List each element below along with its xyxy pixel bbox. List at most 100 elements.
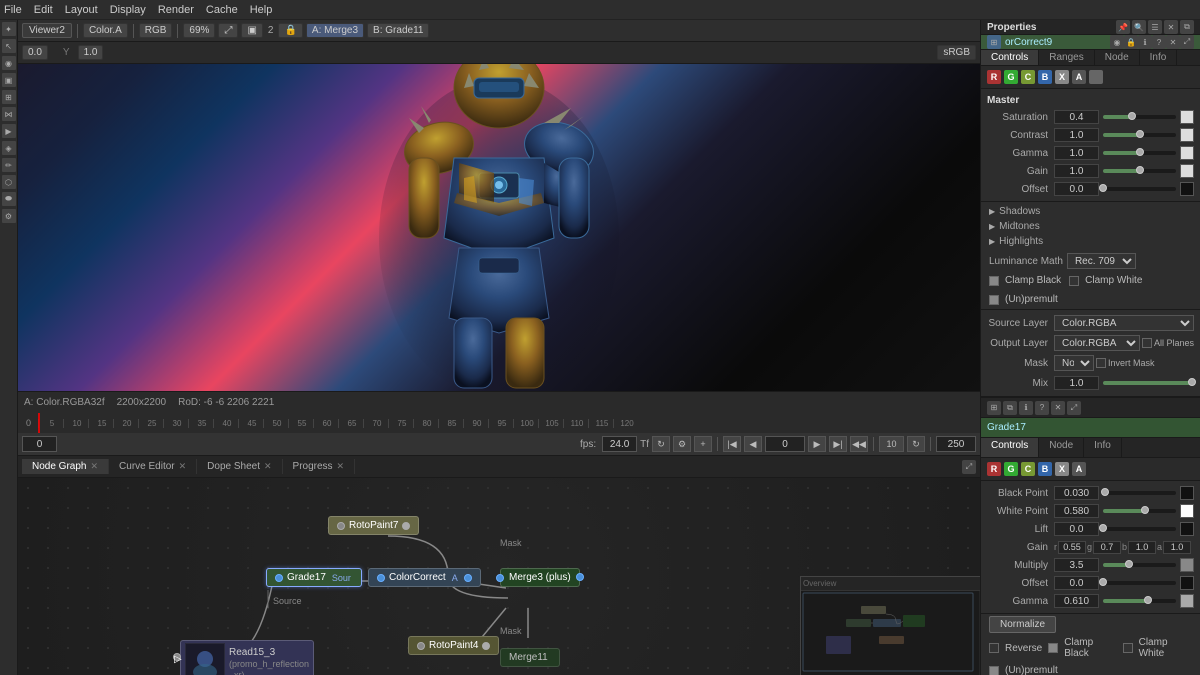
prop1-tab-controls[interactable]: Controls	[981, 50, 1039, 65]
p2-offset-input[interactable]	[1054, 576, 1099, 590]
node-read15[interactable]: Read15_3 (promo_h_reflection _xr) ▷	[180, 640, 314, 675]
gain-a-input[interactable]	[1163, 541, 1191, 554]
con-slider[interactable]	[1103, 133, 1176, 137]
prop2-icon3[interactable]: ℹ	[1019, 401, 1033, 415]
unpremult-cb[interactable]	[989, 295, 999, 305]
prop1-icon1[interactable]: ⊞	[987, 35, 1001, 49]
sat-slider[interactable]	[1103, 115, 1176, 119]
mix-input[interactable]	[1054, 376, 1099, 390]
menu-cache[interactable]: Cache	[206, 4, 238, 16]
gain-g-input[interactable]	[1093, 541, 1121, 554]
btn-play[interactable]: ▶	[808, 436, 826, 452]
zoom-btn[interactable]: 69%	[183, 23, 215, 38]
p2-unpremult-cb[interactable]	[989, 666, 999, 675]
menu-layout[interactable]: Layout	[65, 4, 98, 16]
format-btn[interactable]: ▣	[241, 23, 262, 38]
node-rotopaint7[interactable]: RotoPaint7	[328, 516, 419, 535]
tool-render[interactable]: ▶	[2, 124, 16, 138]
p2-ch-b[interactable]: B	[1038, 462, 1052, 476]
btn-loop2[interactable]: ↻	[907, 436, 925, 452]
btn-loop[interactable]: ↻	[652, 436, 670, 452]
p2-clamp-white-cb[interactable]	[1123, 643, 1133, 653]
bp-input[interactable]	[1054, 486, 1099, 500]
tool-anim[interactable]: ⋈	[2, 107, 16, 121]
p2-gamma-input[interactable]	[1054, 594, 1099, 608]
node-merge3[interactable]: Merge3 (plus)	[500, 568, 580, 587]
btn-next-frame[interactable]: ▶|	[829, 436, 847, 452]
mask-dropdown[interactable]: None	[1054, 355, 1094, 371]
fps-input[interactable]	[602, 436, 637, 452]
prop1-lock[interactable]: 🔒	[1124, 35, 1138, 49]
lift-slider[interactable]	[1103, 527, 1176, 531]
mul-slider[interactable]	[1103, 563, 1176, 567]
offset-y-btn[interactable]: 1.0	[78, 45, 104, 60]
node-grade17[interactable]: Grade17 Sour	[266, 568, 362, 587]
offset-slider[interactable]	[1103, 187, 1176, 191]
node-graph[interactable]: RotoPaint7 Mask Grade17 Sour	[18, 478, 980, 675]
tool-color[interactable]: ▣	[2, 73, 16, 87]
tool-settings[interactable]: ⚙	[2, 209, 16, 223]
btn-play-rev[interactable]: ◀◀	[850, 436, 868, 452]
node-rotopaint4[interactable]: RotoPaint4	[408, 636, 499, 655]
prop1-highlights[interactable]: ▶ Highlights	[989, 234, 1192, 249]
btn-add[interactable]: +	[694, 436, 712, 452]
prop-pin-icon[interactable]: 📌	[1116, 20, 1130, 34]
lock-btn[interactable]: 🔒	[278, 23, 302, 38]
color-a-btn[interactable]: Color.A	[83, 23, 128, 38]
prop2-icon4[interactable]: ?	[1035, 401, 1049, 415]
prop1-tab-ranges[interactable]: Ranges	[1039, 50, 1094, 65]
tab-progress[interactable]: Progress ✕	[283, 459, 356, 474]
src-layer-dropdown[interactable]: Color.RGBA	[1054, 315, 1194, 331]
menu-help[interactable]: Help	[250, 4, 273, 16]
node-merge11-partial[interactable]: Merge11	[500, 648, 560, 667]
wp-slider[interactable]	[1103, 509, 1176, 513]
ch-b-btn[interactable]: B	[1038, 70, 1052, 84]
ch-a-btn[interactable]: A	[1072, 70, 1086, 84]
menu-edit[interactable]: Edit	[34, 4, 53, 16]
ch-all-btn[interactable]	[1089, 70, 1103, 84]
prop1-help[interactable]: ?	[1152, 35, 1166, 49]
prop1-maximize[interactable]: ⤢	[1180, 35, 1194, 49]
tool-draw[interactable]: ✏	[2, 158, 16, 172]
p2-ch-r[interactable]: R	[987, 462, 1001, 476]
node-color-correct[interactable]: ColorCorrect A	[368, 568, 481, 587]
prop1-info[interactable]: ℹ	[1138, 35, 1152, 49]
tab-close-node-graph[interactable]: ✕	[90, 461, 98, 472]
viewer-image[interactable]	[18, 64, 980, 391]
all-planes-cb[interactable]	[1142, 338, 1152, 348]
tab-close-dope-sheet[interactable]: ✕	[264, 461, 272, 472]
prop1-tab-info[interactable]: Info	[1140, 50, 1178, 65]
ch-x-btn[interactable]: X	[1055, 70, 1069, 84]
btn-opts[interactable]: ⚙	[673, 436, 691, 452]
tab-node-graph[interactable]: Node Graph ✕	[22, 459, 109, 474]
prop2-tab-controls[interactable]: Controls	[981, 438, 1039, 457]
offset-input[interactable]	[1054, 182, 1099, 196]
menu-render[interactable]: Render	[158, 4, 194, 16]
tool-cursor[interactable]: ↖	[2, 39, 16, 53]
tool-filter[interactable]: ⬬	[2, 192, 16, 206]
prop-close-icon[interactable]: ✕	[1164, 20, 1178, 34]
clamp-white-cb[interactable]	[1069, 276, 1079, 286]
p2-ch-a[interactable]: A	[1072, 462, 1086, 476]
btn-prev-frame[interactable]: ◀	[744, 436, 762, 452]
p2-ch-x[interactable]: X	[1055, 462, 1069, 476]
gain-r-input[interactable]	[1058, 541, 1086, 554]
p2-gamma-slider[interactable]	[1103, 599, 1176, 603]
menu-display[interactable]: Display	[110, 4, 146, 16]
gain-input[interactable]	[1054, 164, 1099, 178]
gamma-slider[interactable]	[1103, 151, 1176, 155]
gain-slider[interactable]	[1103, 169, 1176, 173]
tool-viewer[interactable]: ◉	[2, 56, 16, 70]
mode-btn[interactable]: RGB	[139, 23, 173, 38]
tool-3d[interactable]: ◈	[2, 141, 16, 155]
p2-clamp-black-cb[interactable]	[1048, 643, 1058, 653]
prop-float-icon[interactable]: ⧉	[1180, 20, 1194, 34]
tab-close-curve-editor[interactable]: ✕	[179, 461, 187, 472]
frame-end-input[interactable]	[936, 436, 976, 452]
tab-close-progress[interactable]: ✕	[337, 461, 345, 472]
prop-menu-icon[interactable]: ☰	[1148, 20, 1162, 34]
tab-dope-sheet[interactable]: Dope Sheet ✕	[197, 459, 282, 474]
gamma-input[interactable]	[1054, 146, 1099, 160]
prop2-icon2[interactable]: ⧉	[1003, 401, 1017, 415]
tabs-maximize[interactable]: ⤢	[962, 460, 976, 474]
